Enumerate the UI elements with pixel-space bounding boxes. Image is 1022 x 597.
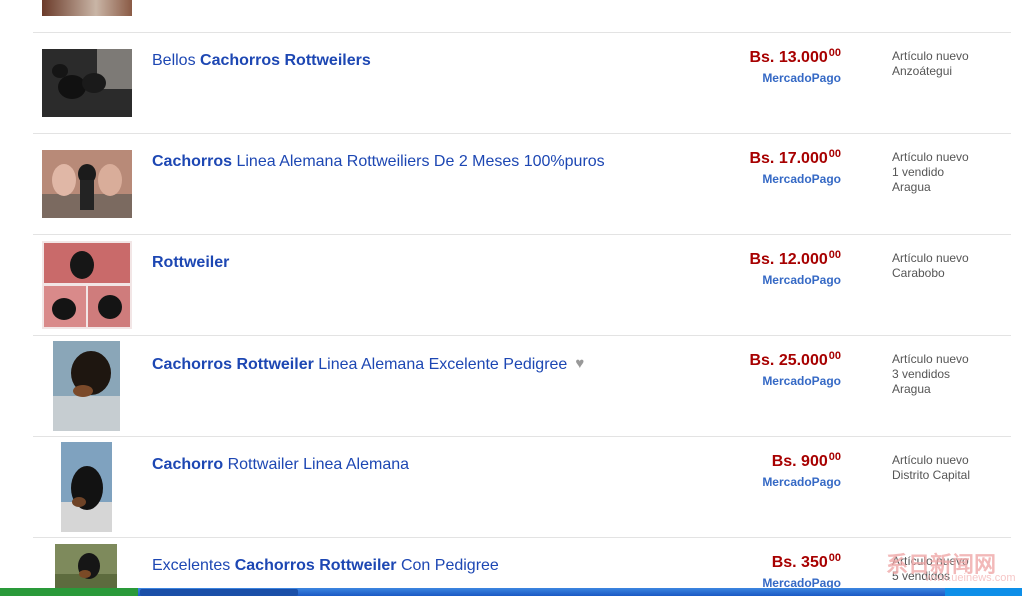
start-button[interactable] [0,588,138,596]
listing-title-link[interactable]: Cachorros Linea Alemana Rottweiliers De … [152,152,605,172]
heart-icon[interactable]: ♥ [575,354,584,374]
listing-thumbnail[interactable] [42,241,132,329]
puppy-collage-photo-icon [42,241,132,329]
listing-meta: Artículo nuevo Anzoátegui [892,49,969,78]
puppy-photo-icon [55,544,117,594]
listing-price: Bs. 25.00000 [749,350,841,369]
listing-title-link[interactable]: Cachorros Rottweiler Linea Alemana Excel… [152,354,584,375]
listing-price: Bs. 17.00000 [749,148,841,167]
listing-row: Cachorro Rottwailer Linea Alemana Bs. 90… [33,436,1011,537]
listing-price: Bs. 35000 [771,552,841,571]
watermark-url: www.ueinews.com [925,572,1016,584]
listing-meta: Artículo nuevo Distrito Capital [892,453,971,482]
listing-price: Bs. 90000 [771,451,841,470]
puppy-photo-icon [61,442,112,532]
listing-row: Bellos Cachorros Rottweilers Bs. 13.0000… [33,32,1011,133]
mercadopago-label: MercadoPago [762,475,841,489]
listing-row: Cachorros Rottweiler Linea Alemana Excel… [33,335,1011,436]
listing-row: Rottweiler Bs. 12.00000 MercadoPago Artí… [33,234,1011,335]
mercadopago-label: MercadoPago [762,273,841,287]
search-results-list: Bellos Cachorros Rottweilers Bs. 13.0000… [0,0,1022,596]
listing-thumbnail[interactable] [53,341,120,431]
mercadopago-label: MercadoPago [762,71,841,85]
listing-thumbnail[interactable] [61,442,112,532]
listing-thumbnail[interactable] [42,49,132,117]
listing-title-link[interactable]: Rottweiler [152,253,229,273]
previous-item-thumbnail[interactable] [42,0,132,16]
listing-title-link[interactable]: Excelentes Cachorros Rottweiler Con Pedi… [152,556,499,576]
listing-meta: Artículo nuevo 1 vendido Aragua [892,150,969,194]
listing-title-link[interactable]: Bellos Cachorros Rottweilers [152,51,371,71]
listing-price: Bs. 12.00000 [749,249,841,268]
listing-meta: Artículo nuevo 3 vendidos Aragua [892,352,969,396]
puppy-photo-icon [42,49,132,117]
puppy-photo-icon [53,341,120,431]
listing-thumbnail[interactable] [42,150,132,218]
system-tray [945,588,1022,596]
taskbar-app-button[interactable] [140,589,298,596]
listing-meta: Artículo nuevo Carabobo [892,251,969,280]
listing-title-link[interactable]: Cachorro Rottwailer Linea Alemana [152,455,409,475]
puppy-photo-icon [42,150,132,218]
mercadopago-label: MercadoPago [762,374,841,388]
mercadopago-label: MercadoPago [762,172,841,186]
listing-row: Cachorros Linea Alemana Rottweiliers De … [33,133,1011,234]
listing-price: Bs. 13.00000 [749,47,841,66]
listing-thumbnail[interactable] [55,544,117,594]
